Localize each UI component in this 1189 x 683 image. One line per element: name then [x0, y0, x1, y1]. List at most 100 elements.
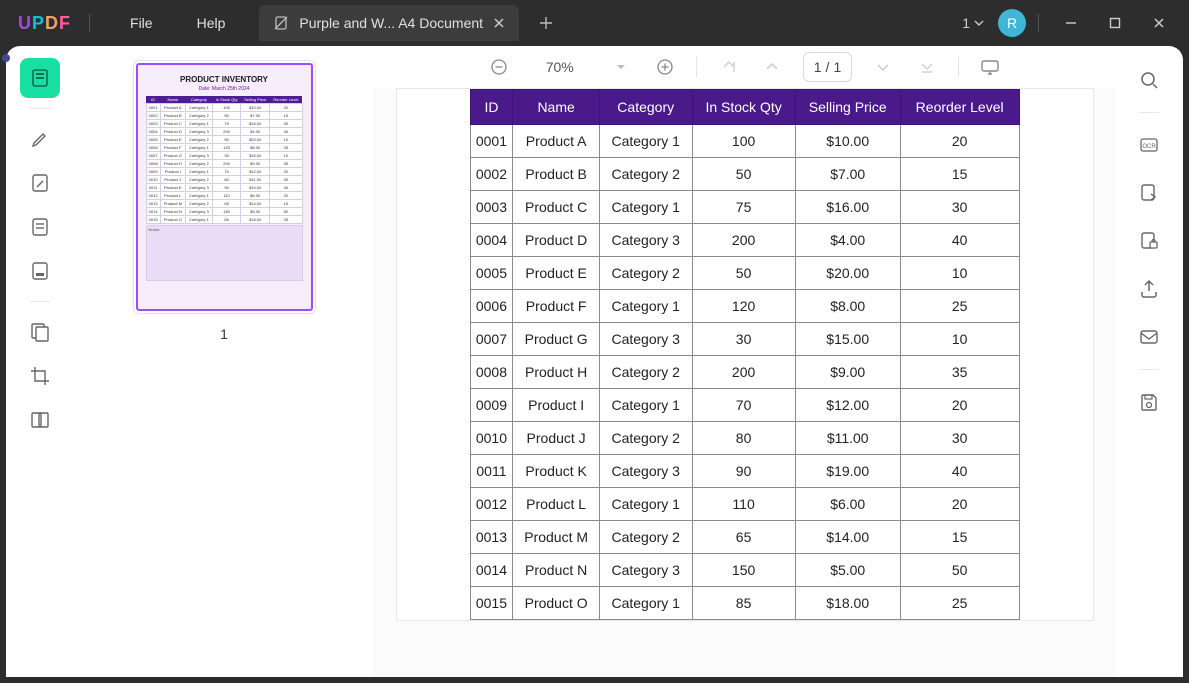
document-page: IDNameCategoryIn Stock QtySelling PriceR… [396, 88, 1094, 621]
table-cell: Product D [513, 224, 599, 257]
table-cell: 120 [692, 290, 795, 323]
crop-tool[interactable] [20, 356, 60, 396]
table-cell: 50 [900, 554, 1019, 587]
save-button[interactable] [1129, 382, 1169, 422]
last-page-button[interactable] [914, 54, 940, 80]
search-button[interactable] [1129, 60, 1169, 100]
zoom-level[interactable]: 70% [530, 59, 590, 75]
left-tool-rail [6, 46, 74, 677]
table-cell: 0006 [470, 290, 513, 323]
table-cell: $7.00 [795, 158, 900, 191]
table-cell: 90 [692, 455, 795, 488]
zoom-out-button[interactable] [486, 54, 512, 80]
form-tool[interactable] [20, 207, 60, 247]
table-cell: 15 [900, 521, 1019, 554]
menu-file[interactable]: File [108, 15, 175, 31]
table-cell: 15 [900, 158, 1019, 191]
table-cell: Category 2 [599, 521, 692, 554]
table-row: 0002Product BCategory 250$7.0015 [470, 158, 1019, 191]
email-button[interactable] [1129, 317, 1169, 357]
table-cell: Category 1 [599, 587, 692, 620]
table-row: 0012Product LCategory 1110$6.0020 [470, 488, 1019, 521]
table-cell: $18.00 [795, 587, 900, 620]
tab-close-button[interactable] [493, 17, 505, 29]
protect-button[interactable] [1129, 221, 1169, 261]
table-row: 0014Product NCategory 3150$5.0050 [470, 554, 1019, 587]
table-cell: Category 1 [599, 488, 692, 521]
table-cell: $9.00 [795, 356, 900, 389]
app-logo: UPDF [18, 13, 71, 34]
table-cell: 25 [900, 587, 1019, 620]
table-cell: 25 [900, 290, 1019, 323]
page-total: 1 [833, 59, 841, 75]
zoom-dropdown[interactable] [608, 54, 634, 80]
separator [1139, 112, 1159, 113]
table-cell: 50 [692, 257, 795, 290]
table-cell: 40 [900, 224, 1019, 257]
window-count[interactable]: 1 [962, 15, 984, 31]
title-bar: UPDF File Help Purple and W... A4 Docume… [0, 0, 1189, 46]
document-tab[interactable]: Purple and W... A4 Document [259, 5, 519, 41]
table-cell: $10.00 [795, 125, 900, 158]
table-cell: Product I [513, 389, 599, 422]
table-cell: 70 [692, 389, 795, 422]
edit-text-tool[interactable] [20, 163, 60, 203]
new-tab-button[interactable] [539, 16, 553, 30]
table-cell: 0015 [470, 587, 513, 620]
table-row: 0010Product JCategory 280$11.0030 [470, 422, 1019, 455]
page-sep: / [826, 59, 830, 75]
user-avatar[interactable]: R [998, 9, 1026, 37]
inventory-table: IDNameCategoryIn Stock QtySelling PriceR… [470, 89, 1020, 620]
table-cell: Category 3 [599, 224, 692, 257]
table-cell: 200 [692, 356, 795, 389]
thumb-mini-table: IDNameCategoryIn Stock QtySelling PriceR… [146, 96, 303, 224]
table-row: 0004Product DCategory 3200$4.0040 [470, 224, 1019, 257]
table-cell: 0007 [470, 323, 513, 356]
table-cell: 0013 [470, 521, 513, 554]
separator [696, 57, 697, 77]
table-header: ID [470, 90, 513, 125]
thumb-doc-title: PRODUCT INVENTORY [180, 75, 268, 84]
window-close-button[interactable] [1139, 8, 1179, 38]
table-cell: 0014 [470, 554, 513, 587]
table-header: In Stock Qty [692, 90, 795, 125]
table-row: 0003Product CCategory 175$16.0030 [470, 191, 1019, 224]
table-cell: Product F [513, 290, 599, 323]
compare-tool[interactable] [20, 400, 60, 440]
redact-tool[interactable] [20, 251, 60, 291]
table-cell: 10 [900, 257, 1019, 290]
table-cell: Product N [513, 554, 599, 587]
ocr-button[interactable]: OCR [1129, 125, 1169, 165]
next-page-button[interactable] [870, 54, 896, 80]
share-button[interactable] [1129, 269, 1169, 309]
table-cell: 20 [900, 125, 1019, 158]
convert-button[interactable] [1129, 173, 1169, 213]
thumbnails-panel-button[interactable] [20, 58, 60, 98]
table-cell: Product L [513, 488, 599, 521]
table-row: 0005Product ECategory 250$20.0010 [470, 257, 1019, 290]
table-cell: $14.00 [795, 521, 900, 554]
presentation-mode-button[interactable] [977, 54, 1003, 80]
highlight-tool[interactable] [20, 119, 60, 159]
table-cell: 200 [692, 224, 795, 257]
table-cell: $8.00 [795, 290, 900, 323]
document-slashed-icon [273, 15, 289, 31]
page-indicator[interactable]: 1 / 1 [803, 52, 852, 82]
page-thumbnail[interactable]: PRODUCT INVENTORY Date: March 25th 2024 … [133, 60, 316, 314]
first-page-button[interactable] [715, 54, 741, 80]
panel-collapse-handle[interactable] [2, 54, 10, 62]
zoom-in-button[interactable] [652, 54, 678, 80]
table-cell: Product A [513, 125, 599, 158]
table-cell: 20 [900, 389, 1019, 422]
table-cell: 0010 [470, 422, 513, 455]
window-maximize-button[interactable] [1095, 8, 1135, 38]
previous-page-button[interactable] [759, 54, 785, 80]
organize-pages-tool[interactable] [20, 312, 60, 352]
separator [30, 108, 50, 109]
document-scroll[interactable]: IDNameCategoryIn Stock QtySelling PriceR… [374, 88, 1115, 677]
table-row: 0011Product KCategory 390$19.0040 [470, 455, 1019, 488]
table-cell: $12.00 [795, 389, 900, 422]
menu-help[interactable]: Help [175, 15, 248, 31]
window-minimize-button[interactable] [1051, 8, 1091, 38]
table-cell: Category 2 [599, 257, 692, 290]
